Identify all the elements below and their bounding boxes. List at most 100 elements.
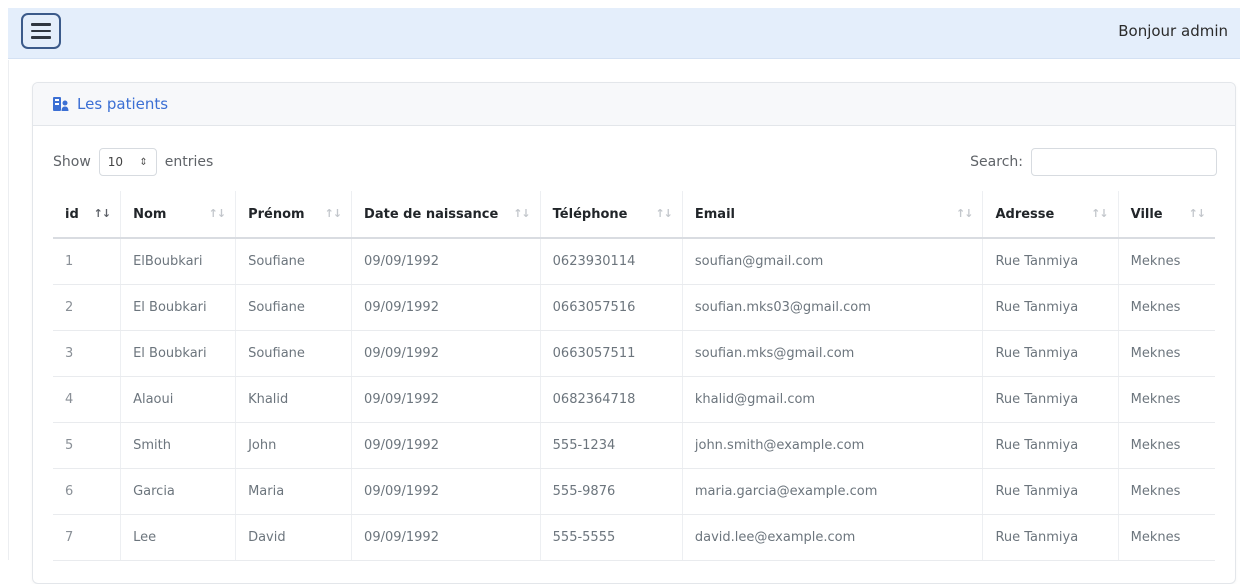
table-row[interactable]: 1 ElBoubkari Soufiane 09/09/1992 0623930114 s… <box>53 238 1215 285</box>
table-cell: Rue Tanmiya <box>982 468 1119 515</box>
table-cell: 09/09/1992 <box>351 376 541 423</box>
table-cell: Smith <box>120 422 237 469</box>
table-cell: 0682364718 <box>540 376 683 423</box>
table-cell: Khalid <box>235 376 353 423</box>
table-cell: 5 <box>53 422 122 469</box>
table-cell: 0663057511 <box>540 330 683 377</box>
sort-icon[interactable]: ↑↓ <box>325 207 342 220</box>
sort-icon[interactable]: ↑↓ <box>1091 207 1108 220</box>
table-cell: maria.garcia@example.com <box>682 468 984 515</box>
table-cell: 09/09/1992 <box>351 284 541 331</box>
column-header[interactable]: Date de naissance ↑↓ <box>351 191 541 239</box>
table-cell: Soufiane <box>235 330 353 377</box>
column-header[interactable]: Adresse ↑↓ <box>982 191 1119 239</box>
entries-label: entries <box>164 154 214 170</box>
table-cell: 7 <box>53 514 122 561</box>
column-header-label: Adresse <box>995 206 1055 222</box>
table-cell: khalid@gmail.com <box>682 376 984 423</box>
table-body: 1 ElBoubkari Soufiane 09/09/1992 0623930114 s… <box>53 238 1215 561</box>
column-header[interactable]: Ville ↑↓ <box>1118 191 1215 239</box>
column-header-label: Téléphone <box>552 206 628 222</box>
column-header-label: Date de naissance <box>364 206 499 222</box>
table-controls: Show 10 ⇕ entries Search: <box>33 126 1235 186</box>
table-cell: Rue Tanmiya <box>982 238 1119 285</box>
sort-icon[interactable]: ↑↓ <box>655 207 672 220</box>
table-cell: El Boubkari <box>120 284 237 331</box>
card-title: Les patients <box>77 95 169 113</box>
table-cell: Meknes <box>1118 238 1215 285</box>
table-cell: 4 <box>53 376 122 423</box>
table-cell: ElBoubkari <box>120 238 237 285</box>
column-header-label: Ville <box>1130 206 1163 222</box>
sidebar-edge <box>0 60 9 560</box>
table-row[interactable]: 5 Smith John 09/09/1992 555-1234 john.smith@e… <box>53 422 1215 469</box>
hospital-user-icon <box>53 97 69 111</box>
table-cell: 09/09/1992 <box>351 422 541 469</box>
table-cell: Rue Tanmiya <box>982 284 1119 331</box>
table-cell: 6 <box>53 468 122 515</box>
hamburger-menu-button[interactable] <box>21 13 61 49</box>
table-cell: John <box>235 422 353 469</box>
table-cell: Meknes <box>1118 468 1215 515</box>
search-input[interactable] <box>1031 148 1217 176</box>
table-row[interactable]: 4 Alaoui Khalid 09/09/1992 0682364718 khalid@… <box>53 376 1215 423</box>
column-header[interactable]: Prénom ↑↓ <box>235 191 353 239</box>
table-cell: 0663057516 <box>540 284 683 331</box>
table-cell: Rue Tanmiya <box>982 422 1119 469</box>
table-cell: Lee <box>120 514 237 561</box>
table-cell: soufian.mks03@gmail.com <box>682 284 984 331</box>
table-cell: Meknes <box>1118 376 1215 423</box>
table-cell: Meknes <box>1118 514 1215 561</box>
patients-card: Les patients Show 10 ⇕ entries Search: i… <box>32 82 1236 584</box>
table-cell: john.smith@example.com <box>682 422 984 469</box>
table-cell: Soufiane <box>235 238 353 285</box>
sort-icon[interactable]: ↑↓ <box>209 207 226 220</box>
table-cell: soufian@gmail.com <box>682 238 984 285</box>
table-header-row: id ↑↓ Nom ↑↓ Prénom ↑↓ Date de naissance ↑↓ Télé… <box>53 191 1215 239</box>
table-cell: 555-5555 <box>540 514 683 561</box>
column-header[interactable]: Nom ↑↓ <box>120 191 237 239</box>
table-cell: Garcia <box>120 468 237 515</box>
table-row[interactable]: 6 Garcia Maria 09/09/1992 555-9876 maria.garc… <box>53 468 1215 515</box>
table-cell: 555-1234 <box>540 422 683 469</box>
page-length-select[interactable]: 10 ⇕ <box>98 148 157 176</box>
table-cell: soufian.mks@gmail.com <box>682 330 984 377</box>
table-row[interactable]: 2 El Boubkari Soufiane 09/09/1992 0663057516… <box>53 284 1215 331</box>
column-header-label: Prénom <box>248 206 305 222</box>
table-cell: David <box>235 514 353 561</box>
top-navbar: Bonjour admin <box>8 8 1240 59</box>
table-cell: El Boubkari <box>120 330 237 377</box>
patients-table: id ↑↓ Nom ↑↓ Prénom ↑↓ Date de naissance ↑↓ Télé… <box>53 191 1215 561</box>
table-cell: Rue Tanmiya <box>982 376 1119 423</box>
table-row[interactable]: 3 El Boubkari Soufiane 09/09/1992 0663057511… <box>53 330 1215 377</box>
table-cell: 1 <box>53 238 122 285</box>
sort-icon[interactable]: ↑↓ <box>513 207 530 220</box>
search-label: Search: <box>970 154 1023 170</box>
table-cell: Meknes <box>1118 284 1215 331</box>
table-cell: Rue Tanmiya <box>982 330 1119 377</box>
table-cell: 2 <box>53 284 122 331</box>
column-header[interactable]: id ↑↓ <box>53 191 122 239</box>
table-cell: Alaoui <box>120 376 237 423</box>
sort-icon[interactable]: ↑↓ <box>1189 207 1206 220</box>
table-cell: Maria <box>235 468 353 515</box>
table-cell: 09/09/1992 <box>351 238 541 285</box>
sort-icon[interactable]: ↑↓ <box>956 207 973 220</box>
table-cell: 3 <box>53 330 122 377</box>
table-cell: Rue Tanmiya <box>982 514 1119 561</box>
column-header[interactable]: Téléphone ↑↓ <box>540 191 683 239</box>
column-header-label: Nom <box>133 206 167 222</box>
table-cell: Soufiane <box>235 284 353 331</box>
sort-icon[interactable]: ↑↓ <box>94 207 111 220</box>
table-cell: Meknes <box>1118 422 1215 469</box>
column-header[interactable]: Email ↑↓ <box>682 191 984 239</box>
table-cell: 09/09/1992 <box>351 468 541 515</box>
table-row[interactable]: 7 Lee David 09/09/1992 555-5555 david.lee@exa… <box>53 514 1215 561</box>
table-cell: 09/09/1992 <box>351 514 541 561</box>
column-header-label: Email <box>694 206 735 222</box>
user-greeting: Bonjour admin <box>1118 22 1228 40</box>
select-arrows-icon: ⇕ <box>139 156 148 168</box>
table-cell: 0623930114 <box>540 238 683 285</box>
table-cell: 555-9876 <box>540 468 683 515</box>
table-cell: Meknes <box>1118 330 1215 377</box>
